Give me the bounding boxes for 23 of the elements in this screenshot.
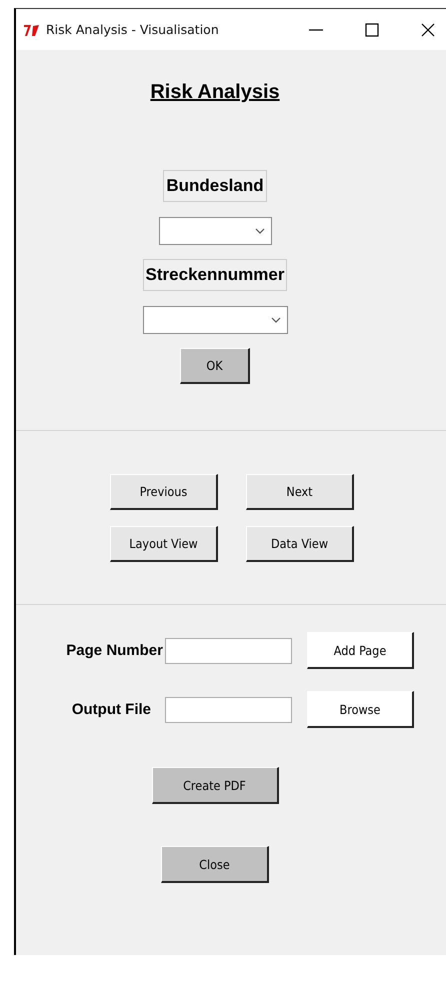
dropdown-field[interactable] — [158, 217, 272, 245]
field-label: Bundesland — [163, 170, 267, 202]
chevron-down-icon — [270, 317, 280, 323]
close-icon[interactable] — [420, 22, 436, 38]
input-field[interactable] — [165, 696, 292, 722]
nav-button[interactable]: Previous — [110, 474, 218, 510]
action-button[interactable]: Close — [161, 846, 269, 883]
field-label: Streckennummer — [142, 259, 288, 291]
ok-button[interactable]: OK — [180, 348, 250, 384]
action-button[interactable]: Add Page — [307, 632, 414, 669]
maximize-icon[interactable] — [364, 22, 380, 38]
dropdown-field[interactable] — [142, 306, 288, 334]
nav-button[interactable]: Next — [246, 474, 354, 510]
field-label: Page Number — [65, 642, 163, 659]
heading: Risk Analysis — [150, 81, 280, 104]
window-title: Risk Analysis - Visualisation — [46, 22, 219, 37]
chevron-down-icon — [254, 228, 264, 234]
action-button[interactable]: Create PDF — [152, 767, 278, 804]
nav-button[interactable]: Data View — [246, 526, 354, 562]
field-label: Output File — [70, 701, 151, 718]
input-field[interactable] — [165, 638, 292, 664]
action-button[interactable]: Browse — [307, 691, 414, 728]
nav-button[interactable]: Layout View — [110, 526, 218, 562]
